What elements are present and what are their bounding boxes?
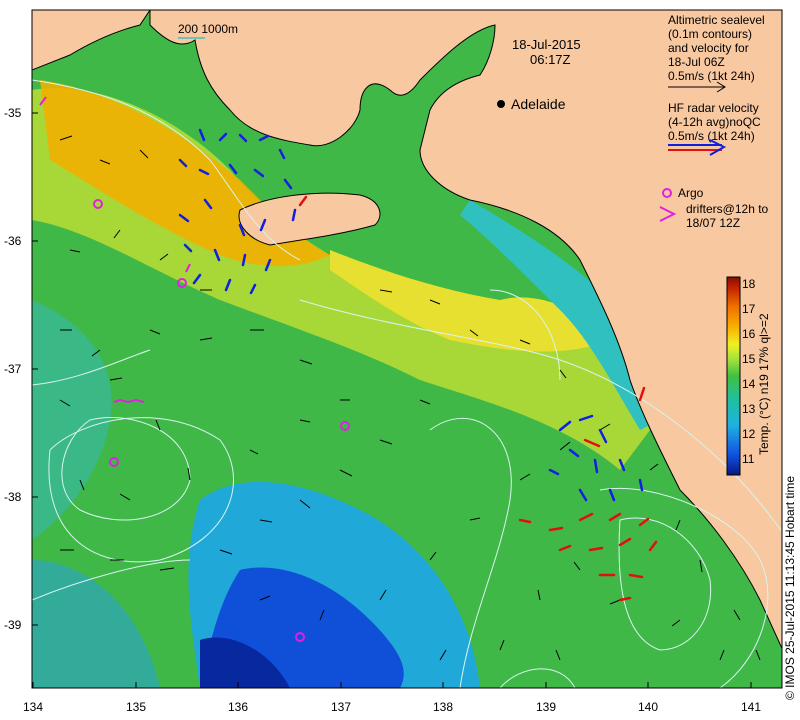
y-tick-label: -37: [4, 362, 22, 376]
legend-alt-line-5: 0.5m/s (1kt 24h): [668, 69, 755, 83]
colorbar-tick-label: 18: [742, 277, 756, 291]
x-tick-label: 136: [227, 700, 249, 714]
legend-alt-line-2: (0.1m contours): [668, 27, 753, 41]
scale-bar-label: 200 1000m: [178, 22, 239, 36]
legend-alt-line-3: and velocity for: [668, 41, 749, 55]
city-label: Adelaide: [511, 96, 566, 112]
legend-argo-line-3: 18/07 12Z: [686, 216, 741, 230]
x-tick-label: 138: [432, 700, 454, 714]
legend-argo-line-2: drifters@12h to: [686, 202, 769, 216]
legend-hf-line-2: (4-12h avg)noQC: [668, 115, 761, 129]
colorbar-tick-label: 15: [742, 352, 756, 366]
x-tick-label: 134: [22, 700, 44, 714]
colorbar-tick-label: 11: [742, 452, 755, 466]
x-tick-label: 139: [535, 700, 557, 714]
colorbar-tick-label: 17: [742, 302, 756, 316]
y-tick-label: -35: [4, 106, 22, 120]
x-tick-label: 135: [125, 700, 147, 714]
legend-alt-line-4: 18-Jul 06Z: [668, 55, 725, 69]
city-dot: [497, 100, 505, 108]
legend-alt-line-1: Altimetric sealevel: [668, 13, 765, 27]
colorbar-tick-label: 12: [742, 427, 756, 441]
y-tick-label: -38: [4, 490, 22, 504]
x-tick-label: 137: [330, 700, 352, 714]
credit-text: © IMOS 25-Jul-2015 11:13:45 Hobart time: [783, 475, 797, 700]
map-time: 06:17Z: [530, 52, 571, 67]
colorbar-tick-label: 14: [742, 377, 756, 391]
colorbar: [726, 276, 741, 476]
colorbar-tick-label: 16: [742, 327, 756, 341]
y-tick-label: -39: [4, 618, 22, 632]
legend-hf-line-1: HF radar velocity: [668, 101, 759, 115]
y-tick-label: -36: [4, 234, 22, 248]
x-tick-label: 141: [740, 700, 762, 714]
legend-argo-line-1: Argo: [678, 186, 704, 200]
x-tick-label: 140: [637, 700, 659, 714]
map-date: 18-Jul-2015: [512, 37, 581, 52]
colorbar-tick-label: 13: [742, 402, 756, 416]
colorbar-label: Temp. (°C) n19 17% ql>=2: [757, 313, 771, 455]
legend-hf-line-3: 0.5m/s (1kt 24h): [668, 129, 755, 143]
